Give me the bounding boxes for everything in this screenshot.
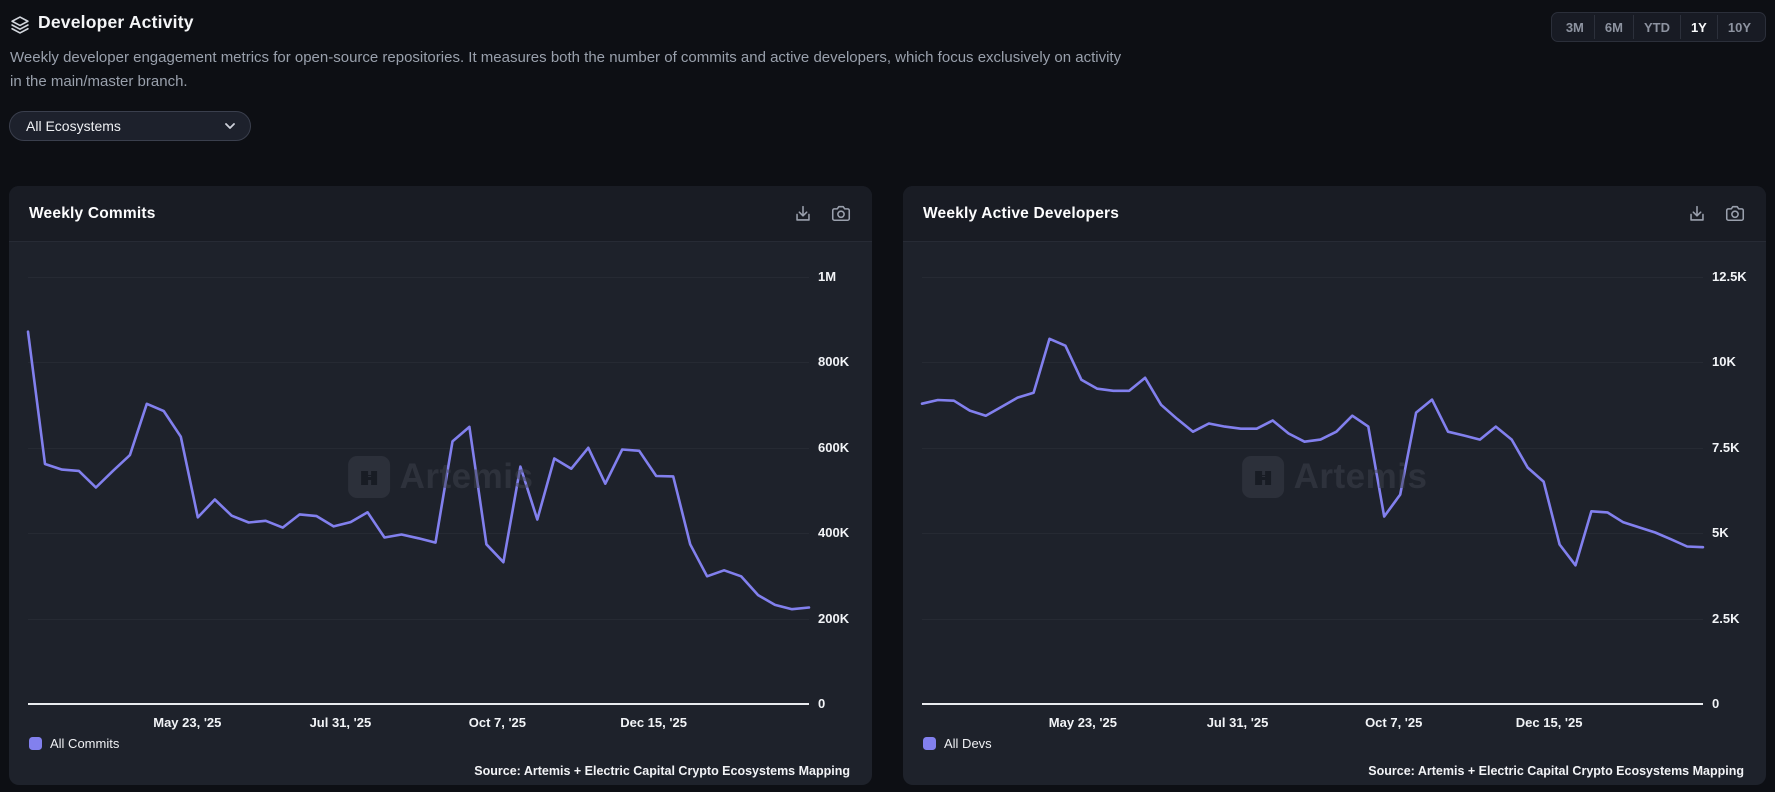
download-button[interactable] (1686, 203, 1708, 225)
screenshot-button[interactable] (830, 203, 852, 225)
x-axis-tick-label: May 23, '25 (1049, 715, 1117, 730)
y-axis-tick-label: 1M (818, 269, 836, 285)
ecosystem-dropdown[interactable]: All Ecosystems (9, 111, 251, 141)
time-range-selector: 3M 6M YTD 1Y 10Y (1551, 12, 1766, 42)
x-axis-tick-label: Dec 15, '25 (1516, 715, 1583, 730)
y-axis-tick-label: 400K (818, 525, 849, 541)
y-axis-tick-label: 12.5K (1712, 269, 1747, 285)
x-axis-tick-label: Jul 31, '25 (310, 715, 372, 730)
page-title: Developer Activity (38, 12, 194, 33)
y-axis-tick-label: 10K (1712, 354, 1736, 370)
weekly-active-developers-card: Weekly Active Developers Artemis All Dev… (903, 186, 1766, 785)
x-axis-tick-label: Oct 7, '25 (469, 715, 526, 730)
camera-icon (1724, 203, 1746, 225)
card-header: Weekly Commits (9, 186, 872, 242)
chart-title: Weekly Active Developers (923, 205, 1670, 223)
x-axis-tick-label: Jul 31, '25 (1207, 715, 1269, 730)
y-axis-tick-label: 7.5K (1712, 440, 1739, 456)
x-axis-tick-label: May 23, '25 (153, 715, 221, 730)
y-axis-tick-label: 800K (818, 354, 849, 370)
legend-label: All Commits (50, 736, 119, 751)
time-range-6m[interactable]: 6M (1594, 15, 1633, 39)
source-note: Source: Artemis + Electric Capital Crypt… (1368, 764, 1744, 778)
y-axis-tick-label: 0 (1712, 696, 1719, 712)
plot-area (28, 277, 809, 704)
y-axis-tick-label: 200K (818, 611, 849, 627)
ecosystem-dropdown-value: All Ecosystems (26, 118, 222, 134)
legend-swatch (923, 737, 936, 750)
download-button[interactable] (792, 203, 814, 225)
time-range-1y[interactable]: 1Y (1680, 15, 1717, 39)
y-axis-tick-label: 0 (818, 696, 825, 712)
legend-item[interactable]: All Commits (29, 736, 119, 751)
legend-swatch (29, 737, 42, 750)
x-axis-tick-label: Dec 15, '25 (620, 715, 687, 730)
source-note: Source: Artemis + Electric Capital Crypt… (474, 764, 850, 778)
page-description-line2: in the main/master branch. (10, 73, 188, 90)
time-range-3m[interactable]: 3M (1556, 15, 1594, 39)
download-icon (1686, 203, 1708, 225)
series-line (28, 277, 809, 704)
y-axis-tick-label: 5K (1712, 525, 1729, 541)
series-line (922, 277, 1703, 704)
page-description-line1: Weekly developer engagement metrics for … (10, 49, 1121, 66)
camera-icon (830, 203, 852, 225)
legend-item[interactable]: All Devs (923, 736, 992, 751)
card-header: Weekly Active Developers (903, 186, 1766, 242)
weekly-commits-card: Weekly Commits Artemis All Commits Sourc… (9, 186, 872, 785)
x-axis-tick-label: Oct 7, '25 (1365, 715, 1422, 730)
time-range-10y[interactable]: 10Y (1717, 15, 1761, 39)
time-range-ytd[interactable]: YTD (1633, 15, 1680, 39)
download-icon (792, 203, 814, 225)
legend-label: All Devs (944, 736, 992, 751)
chart-title: Weekly Commits (29, 205, 776, 223)
screenshot-button[interactable] (1724, 203, 1746, 225)
layers-icon (10, 15, 30, 35)
chevron-down-icon (222, 118, 238, 134)
plot-area (922, 277, 1703, 704)
y-axis-tick-label: 2.5K (1712, 611, 1739, 627)
y-axis-tick-label: 600K (818, 440, 849, 456)
